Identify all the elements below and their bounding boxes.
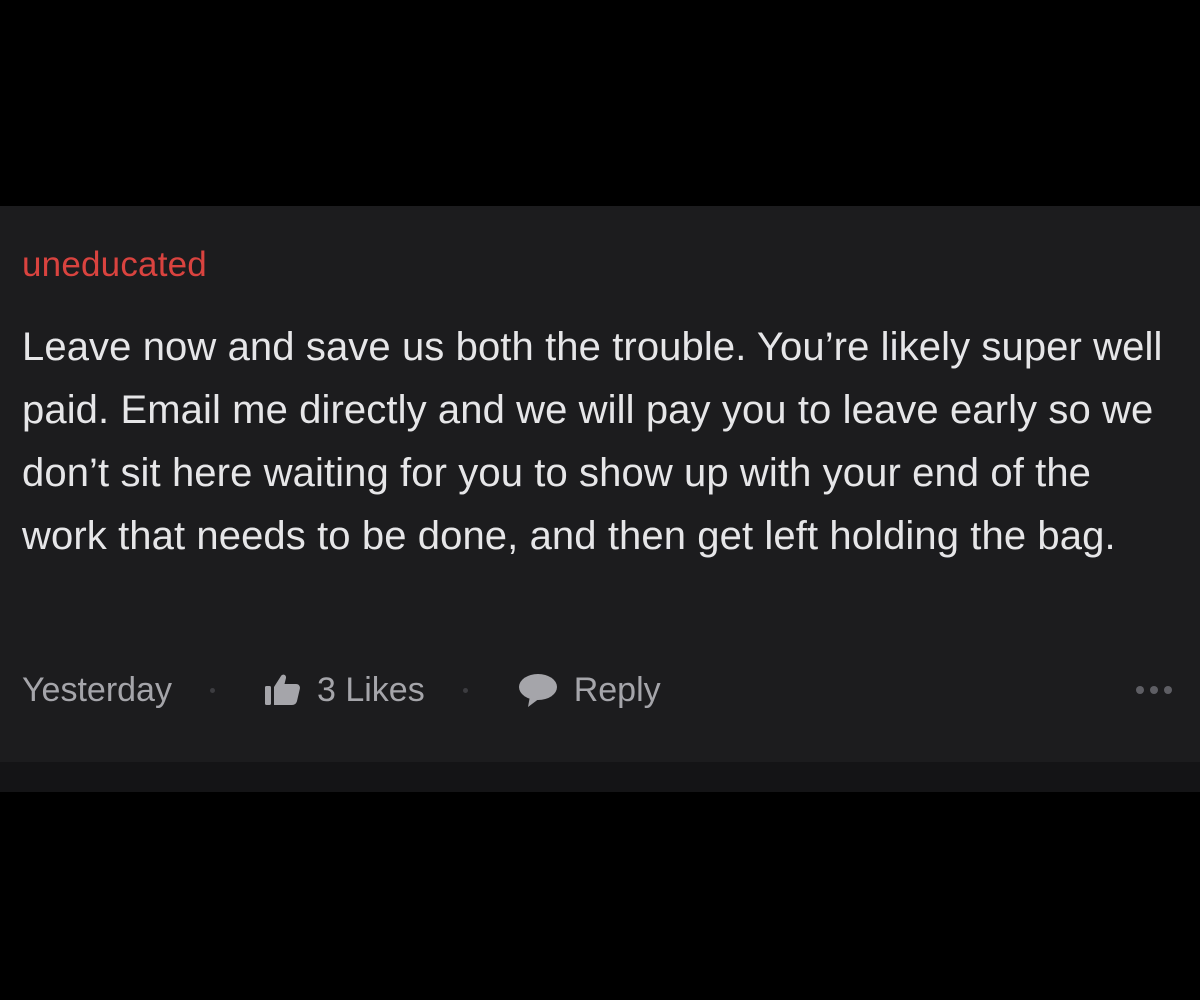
- thumbs-up-icon: [263, 672, 303, 708]
- more-options-button[interactable]: [1136, 686, 1172, 694]
- likes-count: 3 Likes: [316, 670, 425, 709]
- screen: uneducated Leave now and save us both th…: [0, 0, 1200, 1000]
- comment-timestamp: Yesterday: [22, 670, 172, 709]
- separator-dot: [209, 687, 215, 693]
- comment-actions-row: Yesterday 3 Likes Reply: [22, 666, 1172, 714]
- comment-body: Leave now and save us both the trouble. …: [22, 325, 1163, 558]
- speech-bubble-icon: [518, 670, 558, 710]
- more-horizontal-icon: [1150, 686, 1158, 694]
- more-horizontal-icon: [1136, 686, 1144, 694]
- like-button[interactable]: 3 Likes: [263, 671, 425, 710]
- reply-label: Reply: [573, 670, 661, 709]
- reply-button[interactable]: Reply: [518, 670, 661, 710]
- more-horizontal-icon: [1164, 686, 1172, 694]
- comment-username[interactable]: uneducated: [22, 243, 207, 287]
- card-divider: [0, 762, 1200, 792]
- separator-dot: [462, 687, 468, 693]
